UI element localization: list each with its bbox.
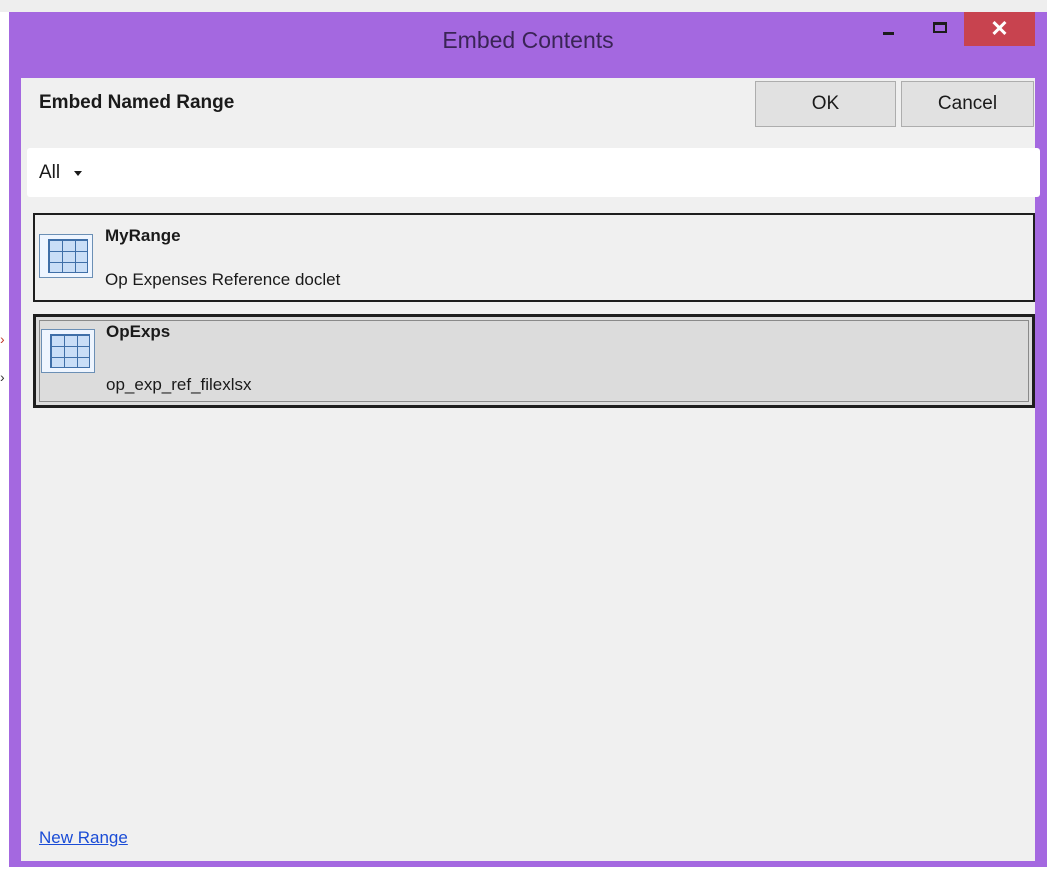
table-grid-icon — [41, 329, 95, 373]
range-description: Op Expenses Reference doclet — [105, 270, 341, 289]
maximize-button[interactable] — [917, 12, 963, 46]
chevron-down-icon — [74, 171, 83, 176]
dialog-body: Embed Named Range OK Cancel All MyRange … — [21, 78, 1040, 861]
close-button[interactable]: ✕ — [964, 12, 1035, 46]
title-bar[interactable]: Embed Contents ✕ — [9, 12, 1047, 78]
maximize-icon — [933, 21, 947, 33]
range-list-item[interactable]: MyRange Op Expenses Reference doclet — [33, 213, 1035, 302]
minimize-button[interactable] — [865, 12, 911, 46]
cancel-button[interactable]: Cancel — [901, 81, 1034, 127]
range-list-item-selected[interactable]: OpExps op_exp_ref_filexlsx — [33, 314, 1035, 408]
close-icon: ✕ — [990, 16, 1009, 41]
table-grid-icon — [39, 234, 93, 278]
background-marker-icon: › — [0, 369, 5, 385]
minimize-icon — [882, 31, 894, 35]
embed-contents-dialog: Embed Contents ✕ Embed Named Range OK Ca… — [9, 12, 1047, 867]
filter-selected-value: All — [39, 161, 61, 183]
background-marker-icon: › — [0, 331, 5, 347]
range-name: MyRange — [105, 226, 181, 245]
dialog-heading: Embed Named Range — [39, 92, 235, 113]
new-range-link[interactable]: New Range — [39, 828, 128, 848]
background-toolbar-strip — [0, 0, 1047, 12]
ok-button[interactable]: OK — [755, 81, 896, 127]
range-description: op_exp_ref_filexlsx — [106, 375, 252, 394]
filter-dropdown[interactable]: All — [27, 148, 1040, 197]
range-name: OpExps — [106, 322, 171, 341]
